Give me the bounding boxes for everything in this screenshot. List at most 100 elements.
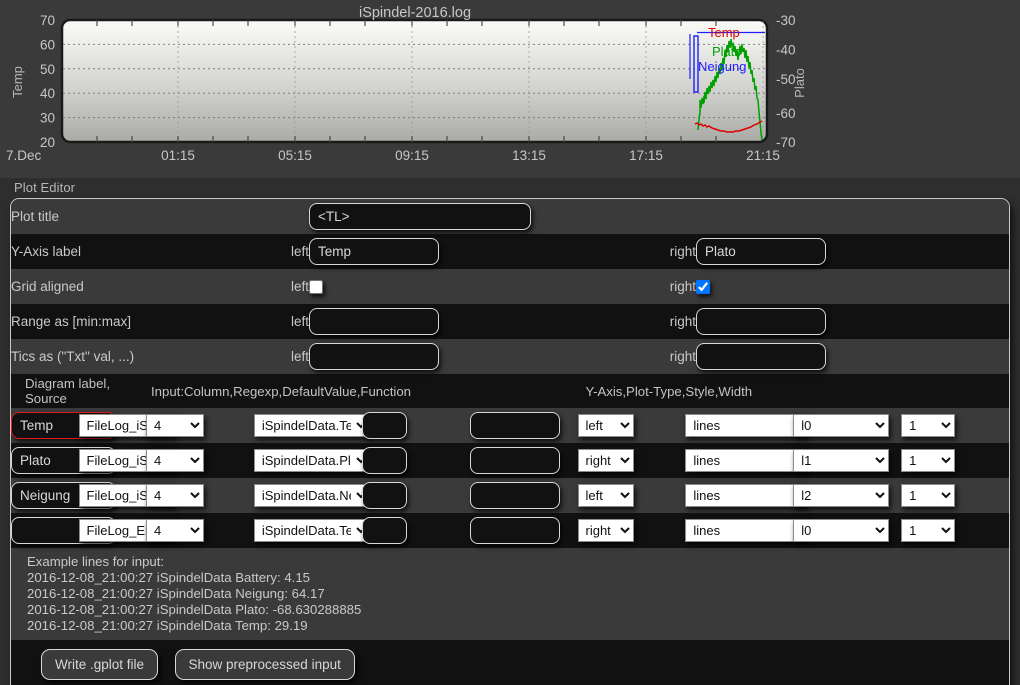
series-yaxis-select-1[interactable]: right [577, 449, 634, 472]
plot-svg: iSpindel-2016.log Temp Plato 70 60 50 40… [0, 0, 1020, 178]
header-diagram-label-source: Diagram label, Source [25, 376, 111, 406]
example-line-0: 2016-12-08_21:00:27 iSpindelData Battery… [27, 570, 311, 585]
svg-text:17:15: 17:15 [629, 148, 663, 163]
series-regexp-select-1[interactable]: iSpindelData.Plato [253, 449, 370, 472]
table-row: FileLog_iSpindel 4 iSpindelData.Temp lef… [11, 408, 1009, 443]
svg-text:13:15: 13:15 [512, 148, 546, 163]
yaxis-right-side-label: right [669, 244, 696, 259]
yaxis-left-side-label: left [290, 244, 309, 259]
header-input-column: Input:Column,Regexp,DefaultValue,Functio… [151, 383, 411, 399]
series-column-select-1[interactable]: 4 [146, 449, 204, 472]
series-column-select-3[interactable]: 4 [146, 519, 204, 542]
plot-preview: iSpindel-2016.log Temp Plato 70 60 50 40… [0, 0, 1020, 178]
svg-text:70: 70 [40, 13, 55, 28]
svg-text:20: 20 [40, 135, 55, 150]
series-style-select-0[interactable]: l0 [793, 414, 890, 437]
series-yaxis-select-0[interactable]: left [577, 414, 634, 437]
svg-text:60: 60 [40, 37, 55, 52]
range-right-input[interactable] [696, 308, 826, 335]
svg-text:01:15: 01:15 [161, 148, 195, 163]
range-right-side-label: right [669, 314, 696, 329]
grid-left-side-label: left [290, 279, 309, 294]
series-regexp-select-0[interactable]: iSpindelData.Temp [253, 414, 370, 437]
series-column-select-2[interactable]: 4 [146, 484, 204, 507]
range-left-input[interactable] [309, 308, 439, 335]
svg-text:7.Dec: 7.Dec [6, 148, 42, 163]
header-yaxis-plottype: Y-Axis,Plot-Type,Style,Width [585, 383, 753, 399]
y-axis-left-label: Temp [10, 66, 25, 98]
series-default-input-3[interactable] [361, 517, 407, 544]
svg-text:09:15: 09:15 [395, 148, 429, 163]
grid-aligned-left-checkbox[interactable] [309, 280, 323, 295]
series-default-input-0[interactable] [361, 412, 407, 439]
series-plottype-select-0[interactable]: lines [685, 414, 808, 437]
range-label: Range as [min:max] [11, 314, 132, 329]
series-width-select-1[interactable]: 1 [901, 449, 956, 472]
grid-aligned-label: Grid aligned [11, 279, 84, 294]
series-function-input-0[interactable] [469, 412, 560, 439]
svg-text:50: 50 [40, 62, 55, 77]
row-plot-title: Plot title [11, 199, 1009, 234]
range-left-side-label: left [290, 314, 309, 329]
series-function-input-3[interactable] [469, 517, 560, 544]
tics-label: Tics as ("Txt" val, ...) [11, 349, 135, 364]
series-default-input-2[interactable] [361, 482, 407, 509]
series-style-select-3[interactable]: l0 [793, 519, 890, 542]
plot-editor-attribute-table: Plot title Y-Axis label left right Grid … [11, 199, 1009, 374]
table-row: FileLog_iSpindel 4 iSpindelData.Neigung … [11, 478, 1009, 513]
row-grid-aligned: Grid aligned left right [11, 269, 1009, 304]
example-heading: Example lines for input: [27, 554, 165, 569]
example-lines-block: Example lines for input: 2016-12-08_21:0… [11, 548, 1009, 640]
editor-button-bar: Write .gplot file Show preprocessed inpu… [11, 640, 1009, 685]
series-plottype-select-1[interactable]: lines [685, 449, 808, 472]
series-table-header: Diagram label, Source Input:Column,Regex… [11, 374, 1009, 408]
legend-item-neigung: Neigung [698, 59, 746, 74]
series-width-select-2[interactable]: 1 [901, 484, 956, 507]
svg-text:40: 40 [40, 86, 55, 101]
svg-text:-50: -50 [776, 72, 796, 87]
grid-right-side-label: right [669, 279, 696, 294]
grid-aligned-right-checkbox[interactable] [696, 280, 710, 295]
plot-title-label: Plot title [11, 209, 60, 224]
series-plottype-select-3[interactable]: lines [685, 519, 808, 542]
series-regexp-select-3[interactable]: iSpindelData.Temp [253, 519, 370, 542]
example-line-1: 2016-12-08_21:00:27 iSpindelData Neigung… [27, 586, 325, 601]
svg-text:30: 30 [40, 111, 55, 126]
series-width-select-0[interactable]: 1 [901, 414, 956, 437]
yaxis-left-input[interactable] [309, 238, 439, 265]
table-row: FileLog_EnO_ 4 iSpindelData.Temp right l… [11, 513, 1009, 548]
series-plottype-select-2[interactable]: lines [685, 484, 808, 507]
svg-text:21:15: 21:15 [746, 148, 780, 163]
row-tics: Tics as ("Txt" val, ...) left right [11, 339, 1009, 374]
series-style-select-2[interactable]: l2 [793, 484, 890, 507]
plot-series-table: Diagram label, Source Input:Column,Regex… [11, 374, 1009, 548]
svg-text:-60: -60 [776, 106, 796, 121]
yaxis-label-text: Y-Axis label [11, 244, 82, 259]
svg-text:05:15: 05:15 [278, 148, 312, 163]
row-yaxis-label: Y-Axis label left right [11, 234, 1009, 269]
series-width-select-3[interactable]: 1 [901, 519, 956, 542]
series-column-select-0[interactable]: 4 [146, 414, 204, 437]
plot-title-input[interactable] [309, 203, 531, 230]
yaxis-right-input[interactable] [696, 238, 826, 265]
series-default-input-1[interactable] [361, 447, 407, 474]
svg-text:-40: -40 [776, 43, 796, 58]
table-row: FileLog_iSpindel 4 iSpindelData.Plato ri… [11, 443, 1009, 478]
series-yaxis-select-3[interactable]: right [577, 519, 634, 542]
chart-title: iSpindel-2016.log [359, 5, 471, 21]
plot-editor-caption: Plot Editor [14, 180, 76, 195]
legend-item-plato: Plato [712, 44, 742, 59]
series-regexp-select-2[interactable]: iSpindelData.Neigung [253, 484, 370, 507]
series-yaxis-select-2[interactable]: left [577, 484, 634, 507]
row-range: Range as [min:max] left right [11, 304, 1009, 339]
show-preprocessed-input-button[interactable]: Show preprocessed input [174, 649, 355, 680]
tics-left-side-label: left [290, 349, 309, 364]
tics-right-input[interactable] [696, 343, 826, 370]
series-style-select-1[interactable]: l1 [793, 449, 890, 472]
plot-editor-section: Plot Editor Plot title Y-Axis label left… [0, 178, 1020, 685]
series-function-input-2[interactable] [469, 482, 560, 509]
series-function-input-1[interactable] [469, 447, 560, 474]
svg-text:-30: -30 [776, 13, 796, 28]
tics-left-input[interactable] [309, 343, 439, 370]
write-gplot-file-button[interactable]: Write .gplot file [41, 649, 159, 680]
